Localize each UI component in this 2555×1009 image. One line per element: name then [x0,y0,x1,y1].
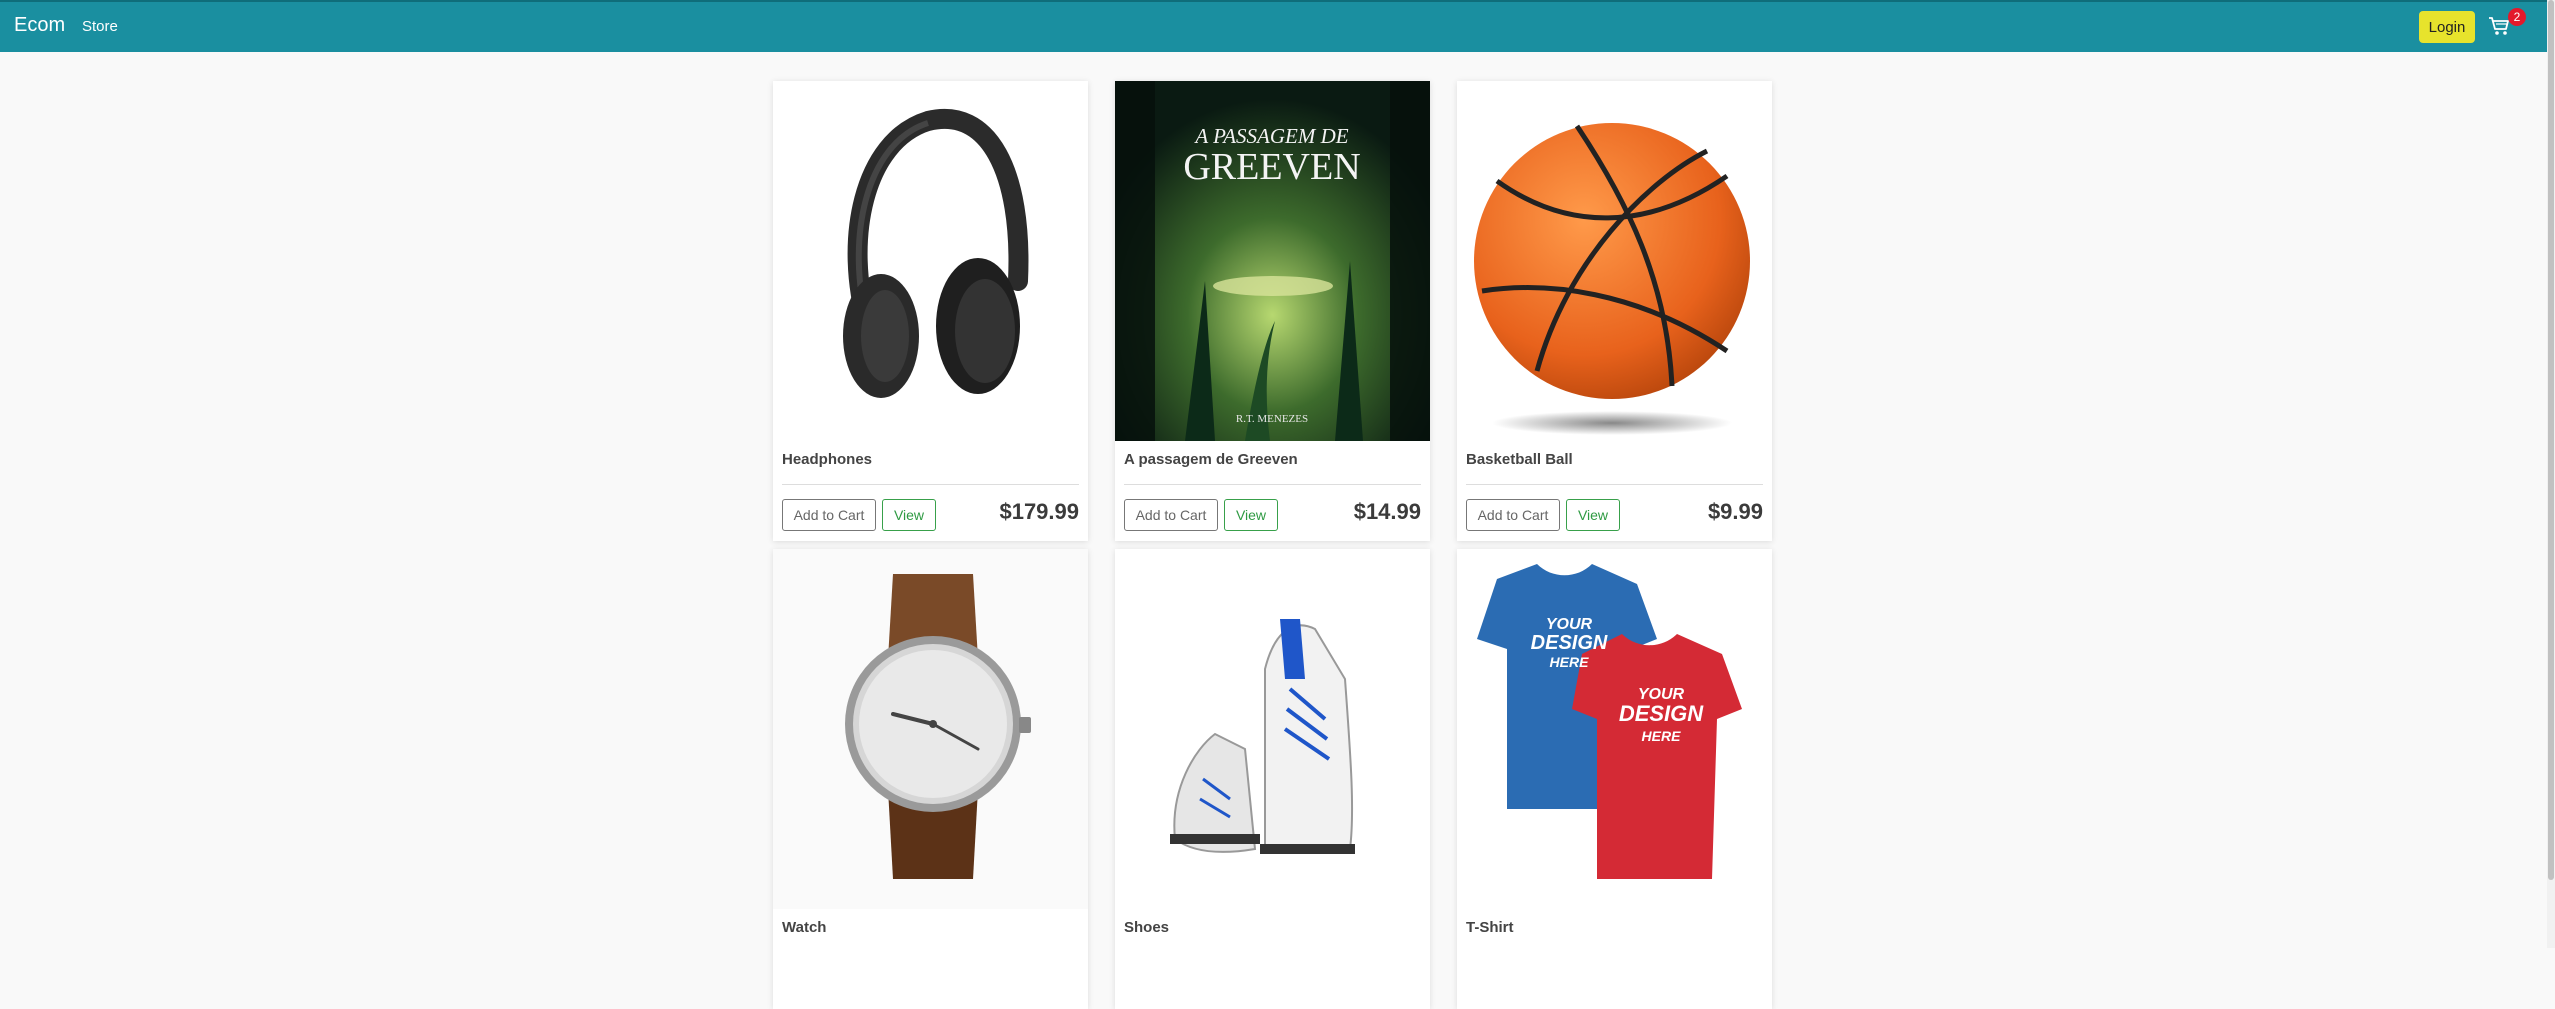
add-to-cart-button[interactable]: Add to Cart [1466,499,1560,531]
product-card-basketball: Basketball Ball Add to Cart View $9.99 [1457,81,1772,541]
shirt-text-line3: HERE [1550,654,1590,670]
product-title[interactable]: T-Shirt [1466,919,1514,936]
product-price: $179.99 [999,499,1079,524]
add-to-cart-button[interactable]: Add to Cart [782,499,876,531]
product-price: $9.99 [1707,499,1763,524]
shirt-text-line2: DESIGN [1531,632,1608,654]
view-button[interactable]: View [1566,499,1620,531]
product-card-headphones: Headphones Add to Cart View $179.99 [773,81,1088,541]
product-card-watch: Watch [773,549,1088,1009]
product-title[interactable]: Shoes [1124,919,1169,936]
product-card-tshirt: YOUR DESIGN HERE YOUR DESIGN HERE T-Shir… [1457,549,1772,1009]
product-card-book: A PASSAGEM DE GREEVEN R.T. MENEZES A pas… [1115,81,1430,541]
book-cover-author: R.T. MENEZES [1236,413,1308,425]
product-price: $14.99 [1353,499,1421,524]
product-title[interactable]: A passagem de Greeven [1124,451,1298,468]
page-scrollbar[interactable] [2547,0,2555,948]
product-title[interactable]: Basketball Ball [1466,451,1573,468]
view-button[interactable]: View [1224,499,1278,531]
divider [782,484,1079,485]
divider [1466,484,1763,485]
navbar: Ecom Store Login [0,0,2547,52]
shirt-text-line2: DESIGN [1619,701,1704,726]
nav-link-store[interactable]: Store [82,18,118,35]
book-cover-image[interactable]: A PASSAGEM DE GREEVEN R.T. MENEZES [1115,81,1430,441]
cart-count-badge: 2 [2508,8,2526,26]
watch-image[interactable] [773,549,1088,909]
basketball-image[interactable] [1457,81,1772,441]
login-button[interactable]: Login [2419,11,2475,43]
shirt-text-line1: YOUR [1546,616,1593,633]
shoes-image[interactable] [1115,549,1430,909]
product-card-shoes: Shoes [1115,549,1430,1009]
brand-link[interactable]: Ecom [14,14,65,37]
headphones-image[interactable] [773,81,1088,441]
product-title[interactable]: Headphones [782,451,872,468]
shirt-text-line3: HERE [1642,728,1682,744]
tshirt-image[interactable]: YOUR DESIGN HERE YOUR DESIGN HERE [1457,549,1772,909]
cart-icon[interactable] [2488,16,2510,36]
book-cover-title-line2: GREEVEN [1183,146,1360,188]
add-to-cart-button[interactable]: Add to Cart [1124,499,1218,531]
view-button[interactable]: View [882,499,936,531]
book-cover-title-line1: A PASSAGEM DE [1193,124,1348,148]
divider [1124,484,1421,485]
scrollbar-thumb[interactable] [2548,0,2554,880]
product-title[interactable]: Watch [782,919,826,936]
